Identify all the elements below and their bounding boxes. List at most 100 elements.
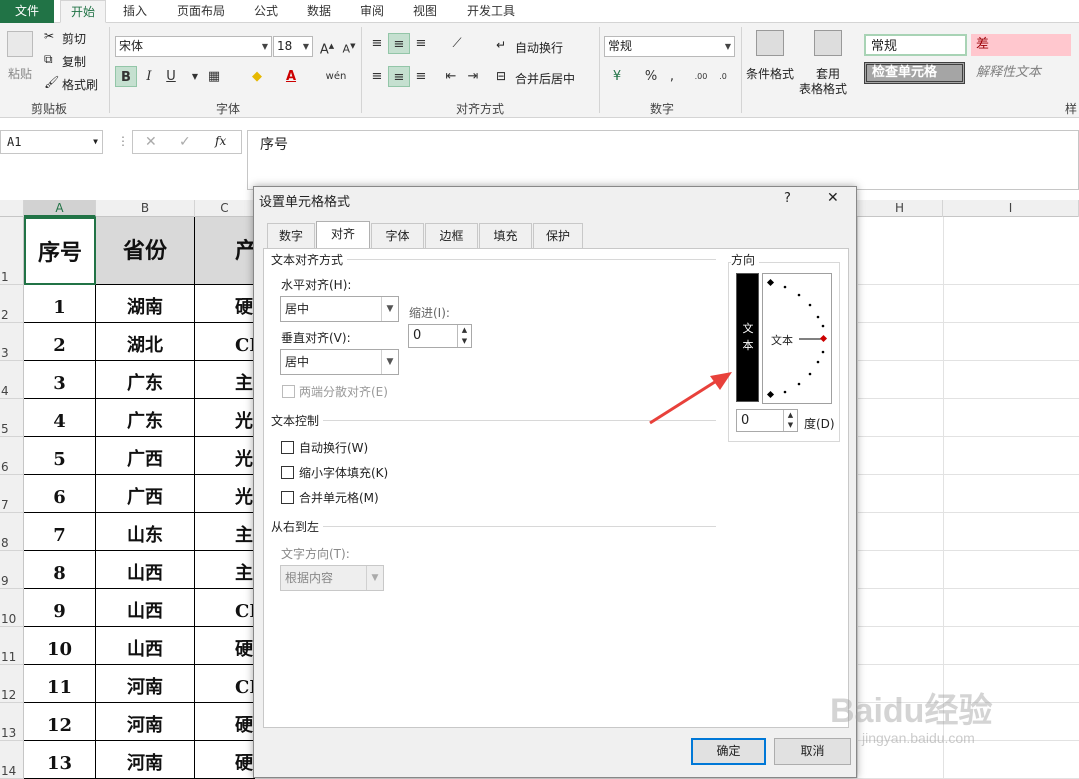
percent-icon[interactable]: % bbox=[640, 66, 662, 87]
help-button[interactable]: ? bbox=[784, 191, 791, 206]
table-cell[interactable]: 1 bbox=[24, 285, 96, 323]
dialog-tab-fill[interactable]: 填充 bbox=[479, 223, 532, 248]
column-header-b[interactable]: B bbox=[96, 200, 195, 217]
cancel-button[interactable]: 取消 bbox=[774, 738, 851, 765]
select-all-corner[interactable] bbox=[0, 200, 24, 217]
merge-cells-checkbox[interactable] bbox=[281, 491, 294, 504]
tab-review[interactable]: 审阅 bbox=[349, 0, 395, 23]
fill-color-icon[interactable]: ◆ bbox=[246, 66, 268, 87]
font-size-combo[interactable]: 18 ▼ bbox=[273, 36, 313, 57]
table-cell[interactable]: 光 bbox=[195, 475, 255, 513]
table-cell[interactable]: 硬 bbox=[195, 285, 255, 323]
table-cell[interactable]: 硬 bbox=[195, 627, 255, 665]
decrease-decimal-icon[interactable]: .0 bbox=[712, 66, 734, 87]
row-header[interactable]: 10 bbox=[0, 589, 24, 627]
column-header-h[interactable]: H bbox=[857, 200, 943, 217]
orientation-icon[interactable]: ⟋ bbox=[446, 33, 468, 54]
spin-up-icon[interactable]: ▲ bbox=[783, 410, 797, 420]
table-cell[interactable]: 6 bbox=[24, 475, 96, 513]
row-header[interactable]: 13 bbox=[0, 703, 24, 741]
table-cell[interactable]: 9 bbox=[24, 589, 96, 627]
table-cell[interactable]: 2 bbox=[24, 323, 96, 361]
copy-icon[interactable]: ⧉ bbox=[44, 52, 53, 67]
name-box[interactable]: A1 ▼ bbox=[0, 130, 103, 154]
row-header[interactable]: 14 bbox=[0, 741, 24, 779]
align-middle-icon[interactable]: ≡ bbox=[388, 33, 410, 54]
table-cell[interactable]: CP bbox=[195, 323, 255, 361]
align-center-icon[interactable]: ≡ bbox=[388, 66, 410, 87]
grow-font-icon[interactable]: A▲ bbox=[316, 36, 338, 57]
wrap-text-checkbox[interactable] bbox=[281, 441, 294, 454]
row-header[interactable]: 3 bbox=[0, 323, 24, 361]
tab-data[interactable]: 数据 bbox=[296, 0, 342, 23]
font-color-icon[interactable]: A bbox=[280, 66, 302, 87]
close-button[interactable]: ✕ bbox=[827, 190, 839, 206]
degrees-spinner[interactable]: 0 ▲ ▼ bbox=[736, 409, 798, 432]
table-cell[interactable]: 7 bbox=[24, 513, 96, 551]
table-cell[interactable]: 山东 bbox=[96, 513, 195, 551]
row-header[interactable]: 5 bbox=[0, 399, 24, 437]
dialog-tab-font[interactable]: 字体 bbox=[371, 223, 424, 248]
indent-spinner[interactable]: 0 ▲ ▼ bbox=[408, 324, 472, 348]
table-cell[interactable]: 山西 bbox=[96, 551, 195, 589]
row-header[interactable]: 4 bbox=[0, 361, 24, 399]
font-name-combo[interactable]: 宋体 ▼ bbox=[115, 36, 272, 57]
table-cell[interactable]: 山西 bbox=[96, 589, 195, 627]
tab-insert[interactable]: 插入 bbox=[112, 0, 158, 23]
cut-icon[interactable]: ✂ bbox=[44, 29, 54, 43]
tab-formulas[interactable]: 公式 bbox=[243, 0, 289, 23]
cancel-icon[interactable]: ✕ bbox=[145, 134, 157, 150]
table-cell[interactable]: 硬 bbox=[195, 703, 255, 741]
header-cell[interactable]: 序号 bbox=[24, 217, 96, 285]
row-header[interactable]: 9 bbox=[0, 551, 24, 589]
tab-page-layout[interactable]: 页面布局 bbox=[164, 0, 238, 23]
format-painter-icon[interactable]: 🖌 bbox=[44, 75, 59, 89]
wrap-text-icon[interactable]: ↵ bbox=[496, 38, 506, 52]
align-top-icon[interactable]: ≡ bbox=[366, 33, 388, 54]
insert-function-button[interactable]: fx bbox=[215, 134, 226, 148]
wrap-text-button[interactable]: 自动换行 bbox=[515, 39, 563, 56]
italic-icon[interactable]: I bbox=[138, 66, 160, 87]
dialog-tab-alignment[interactable]: 对齐 bbox=[316, 221, 370, 249]
cut-button[interactable]: 剪切 bbox=[62, 30, 86, 47]
dialog-tab-border[interactable]: 边框 bbox=[425, 223, 478, 248]
border-icon[interactable]: ▦ bbox=[203, 66, 225, 87]
table-cell[interactable]: 13 bbox=[24, 741, 96, 779]
table-cell[interactable]: 光 bbox=[195, 437, 255, 475]
table-cell[interactable]: 10 bbox=[24, 627, 96, 665]
bold-icon[interactable]: B bbox=[115, 66, 137, 87]
align-bottom-icon[interactable]: ≡ bbox=[410, 33, 432, 54]
shrink-font-icon[interactable]: A▼ bbox=[338, 36, 360, 57]
enter-icon[interactable]: ✓ bbox=[179, 134, 191, 150]
tab-view[interactable]: 视图 bbox=[402, 0, 448, 23]
table-cell[interactable]: 硬 bbox=[195, 741, 255, 779]
merge-center-button[interactable]: 合并后居中 bbox=[515, 70, 575, 87]
column-header-c[interactable]: C bbox=[195, 200, 255, 217]
table-format-icon[interactable] bbox=[814, 30, 842, 56]
row-header[interactable]: 2 bbox=[0, 285, 24, 323]
header-cell[interactable]: 省份 bbox=[96, 217, 195, 285]
table-cell[interactable]: 河南 bbox=[96, 665, 195, 703]
clipboard-icon[interactable] bbox=[7, 31, 33, 57]
table-cell[interactable]: 广东 bbox=[96, 399, 195, 437]
table-cell[interactable]: 光 bbox=[195, 399, 255, 437]
increase-indent-icon[interactable]: ⇥ bbox=[462, 66, 484, 87]
dialog-tab-number[interactable]: 数字 bbox=[267, 223, 315, 248]
spin-down-icon[interactable]: ▼ bbox=[783, 420, 797, 431]
table-format-label-2[interactable]: 表格格式 bbox=[799, 80, 847, 97]
currency-icon[interactable]: ¥ bbox=[606, 66, 628, 87]
table-cell[interactable]: 4 bbox=[24, 399, 96, 437]
align-right-icon[interactable]: ≡ bbox=[410, 66, 432, 87]
copy-button[interactable]: 复制 bbox=[62, 53, 86, 70]
dialog-tab-protection[interactable]: 保护 bbox=[533, 223, 583, 248]
conditional-format-icon[interactable] bbox=[756, 30, 784, 56]
justify-distributed-checkbox[interactable] bbox=[282, 385, 295, 398]
spin-up-icon[interactable]: ▲ bbox=[457, 325, 471, 336]
table-cell[interactable]: 3 bbox=[24, 361, 96, 399]
paste-button[interactable]: 粘贴 bbox=[8, 65, 32, 82]
table-cell[interactable]: 主 bbox=[195, 513, 255, 551]
row-header[interactable]: 11 bbox=[0, 627, 24, 665]
table-cell[interactable]: CP bbox=[195, 589, 255, 627]
text-direction-select[interactable]: 根据内容 ▼ bbox=[280, 565, 384, 591]
shrink-to-fit-checkbox[interactable] bbox=[281, 466, 294, 479]
